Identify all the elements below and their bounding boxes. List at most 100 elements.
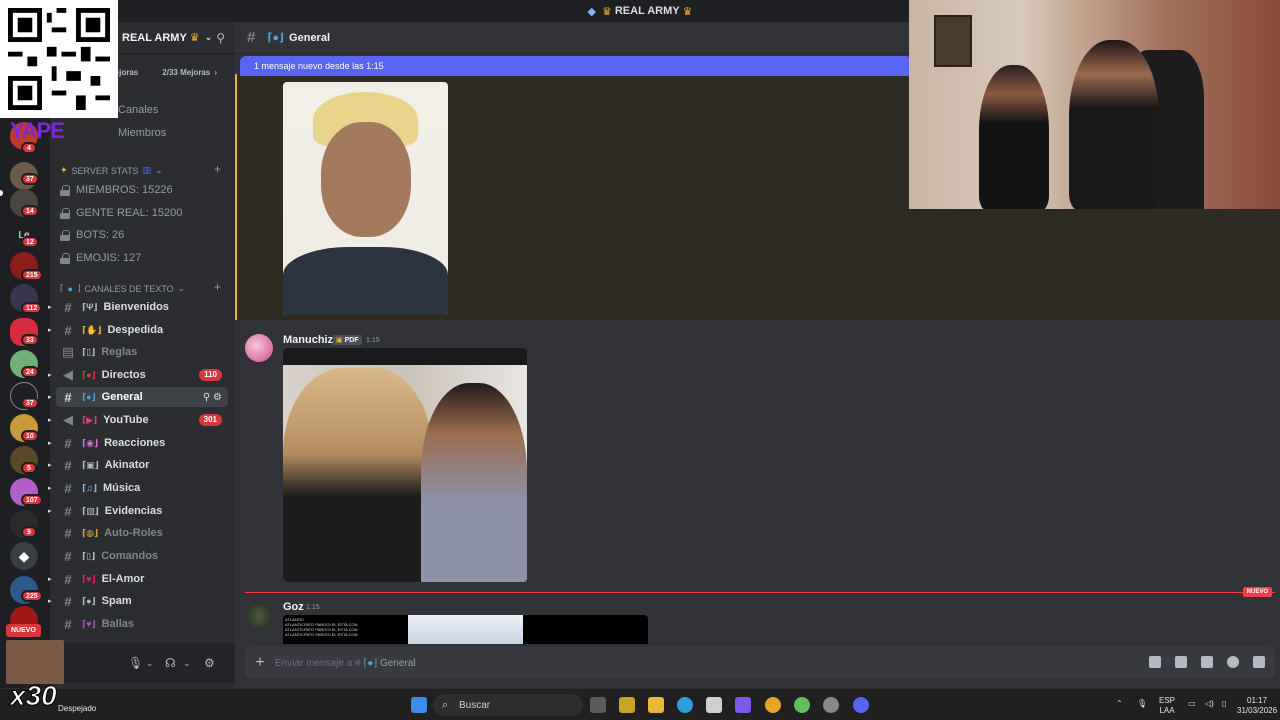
video-icon: ⌈▶⌋ bbox=[82, 414, 98, 425]
nuevo-badge: NUEVO bbox=[6, 624, 41, 637]
category-text-channels[interactable]: ⌈ ● ⌋ CANALES DE TEXTO ⌄ bbox=[60, 283, 185, 294]
discover-icon[interactable]: ◆ bbox=[10, 542, 38, 570]
channel-comandos[interactable]: # ⌈▯⌋ Comandos bbox=[56, 546, 228, 566]
channel-youtube[interactable]: ▸ ◀ ⌈▶⌋ YouTube 301 bbox=[48, 410, 228, 430]
channel-reglas[interactable]: ▤ ⌈▯⌋ Reglas bbox=[56, 342, 228, 362]
server-badge: 225 bbox=[21, 590, 43, 602]
obs-icon[interactable] bbox=[823, 697, 839, 713]
nav-channels[interactable]: Canales bbox=[118, 104, 158, 116]
wall-poster bbox=[934, 15, 972, 67]
hash-icon: # bbox=[64, 548, 72, 564]
headphones-icon[interactable]: ☊ bbox=[165, 656, 176, 670]
clock[interactable]: 01:17 31/03/2026 bbox=[1237, 696, 1277, 716]
channel-directos[interactable]: ▸ ◀ ⌈●⌋ Directos 110 bbox=[48, 365, 228, 385]
message-author[interactable]: Goz bbox=[283, 601, 304, 613]
hash-icon: # bbox=[64, 525, 72, 541]
new-messages-bar[interactable]: 1 mensaje nuevo desde las 1:15 bbox=[240, 56, 912, 76]
taskbar-search[interactable]: ⌕ Buscar bbox=[433, 694, 583, 716]
chevron-up-icon[interactable]: ⌃ bbox=[1116, 699, 1123, 709]
server-badge: 10 bbox=[21, 430, 39, 442]
channel-label: Reacciones bbox=[104, 437, 166, 449]
channel-el-amor[interactable]: ▸ # ⌈♥⌋ El-Amor bbox=[48, 569, 228, 589]
channel-spam[interactable]: ▸ # ⌈●⌋ Spam bbox=[48, 591, 228, 611]
add-channel-icon[interactable]: + bbox=[214, 280, 221, 294]
clock-time: 01:17 bbox=[1247, 696, 1268, 705]
channel-musica[interactable]: ▸ # ⌈♫⌋ Música bbox=[48, 478, 228, 498]
battery-icon[interactable]: ▯ bbox=[1222, 699, 1226, 709]
store-icon[interactable] bbox=[706, 697, 722, 713]
stat-members[interactable]: MIEMBROS: 15226 bbox=[60, 184, 173, 196]
channel-bienvenidos[interactable]: ▸ # ⌈Ψ⌋ Bienvenidos bbox=[48, 297, 228, 317]
edge-icon[interactable] bbox=[677, 697, 693, 713]
gift-icon[interactable] bbox=[1149, 656, 1161, 668]
microphone-icon[interactable]: 🎙 bbox=[1137, 699, 1147, 709]
message-composer[interactable]: + Enviar mensaje a # ⌈●⌋ General bbox=[245, 647, 1275, 679]
attached-image[interactable]: ATLANTIC ATLANTICPATO PAROOI EL ESTA CON… bbox=[283, 615, 648, 644]
chrome-icon[interactable] bbox=[765, 697, 781, 713]
add-channel-icon[interactable]: + bbox=[214, 162, 221, 176]
app-icon[interactable] bbox=[619, 697, 635, 713]
stat-emojis[interactable]: EMOJIS: 127 bbox=[60, 252, 141, 264]
unread-dot: ▸ bbox=[48, 372, 52, 379]
copilot-icon[interactable] bbox=[735, 697, 751, 713]
unread-dot: ▸ bbox=[48, 576, 52, 583]
network-icon[interactable]: ▭ bbox=[1188, 699, 1196, 709]
gear-icon[interactable]: ⚙ bbox=[213, 392, 222, 403]
server-badge: 33 bbox=[21, 334, 39, 346]
category-server-stats[interactable]: ✦ SERVER STATS ▥ ⌄ bbox=[60, 165, 163, 176]
nav-members[interactable]: Miembros bbox=[118, 127, 166, 139]
microphone-icon[interactable]: 🎙 bbox=[128, 656, 143, 670]
channel-evidencias[interactable]: ▸ # ⌈▧⌋ Evidencias bbox=[48, 501, 228, 521]
chevron-down-icon[interactable]: ⌄ bbox=[183, 658, 191, 669]
person-right bbox=[1069, 40, 1159, 209]
chevron-down-icon[interactable]: ⌄ bbox=[146, 658, 154, 669]
message-author[interactable]: Manuchiz bbox=[283, 334, 333, 346]
channel-akinator[interactable]: ▸ # ⌈▣⌋ Akinator bbox=[48, 455, 228, 475]
megaphone-icon: ◀ bbox=[63, 367, 73, 382]
gear-icon[interactable]: ⚙ bbox=[204, 656, 215, 670]
volume-icon[interactable]: ◁) bbox=[1205, 699, 1214, 709]
lock-icon bbox=[60, 207, 70, 219]
globe-icon: ● bbox=[67, 283, 73, 294]
chrome-beta-icon[interactable] bbox=[794, 697, 810, 713]
channel-auto-roles[interactable]: # ⌈◍⌋ Auto-Roles bbox=[56, 523, 228, 543]
search-label: Buscar bbox=[459, 699, 491, 711]
robot-icon: ⌈▣⌋ bbox=[82, 459, 99, 470]
avatar[interactable] bbox=[245, 602, 273, 630]
webcam-overlay bbox=[909, 0, 1280, 209]
channel-despedida[interactable]: ▸ # ⌈✋⌋ Despedida bbox=[48, 320, 228, 340]
channel-ballas[interactable]: # ⌈♥⌋ Ballas bbox=[56, 614, 228, 634]
avatar[interactable] bbox=[245, 334, 273, 362]
stat-bots[interactable]: BOTS: 26 bbox=[60, 229, 124, 241]
gif-icon[interactable] bbox=[1175, 656, 1187, 668]
stat-label: GENTE REAL: 15200 bbox=[76, 207, 183, 219]
apps-icon[interactable] bbox=[1253, 656, 1265, 668]
message-input[interactable]: Enviar mensaje a # ⌈●⌋ General bbox=[275, 658, 416, 669]
server-badge: 37 bbox=[21, 173, 39, 185]
channel-reacciones[interactable]: ▸ # ⌈◉⌋ Reacciones bbox=[48, 433, 228, 453]
add-member-icon[interactable]: ⚲ bbox=[216, 31, 225, 45]
emoji-icon[interactable] bbox=[1227, 656, 1239, 668]
discord-icon[interactable] bbox=[853, 697, 869, 713]
add-attachment-icon[interactable]: + bbox=[245, 654, 275, 672]
sticker-icon[interactable] bbox=[1201, 656, 1213, 668]
clock-date: 31/03/2026 bbox=[1237, 706, 1278, 715]
language-indicator[interactable]: ESP LAA bbox=[1159, 696, 1175, 716]
windows-start-icon[interactable] bbox=[411, 697, 427, 713]
book-icon: ▣ bbox=[336, 337, 343, 344]
channel-general[interactable]: ▸ # ⌈●⌋ General ⚲ ⚙ bbox=[48, 387, 228, 407]
file-explorer-icon[interactable] bbox=[648, 697, 664, 713]
channel-label: Akinator bbox=[104, 459, 150, 471]
hash-icon: # bbox=[64, 457, 72, 473]
attached-image[interactable] bbox=[283, 82, 448, 315]
music-icon: ⌈♫⌋ bbox=[82, 482, 97, 493]
unread-dot: ▸ bbox=[48, 462, 52, 469]
rules-icon: ▤ bbox=[61, 344, 75, 359]
task-view-icon[interactable] bbox=[590, 697, 606, 713]
unread-pip bbox=[0, 190, 3, 196]
new-label: NUEVO bbox=[1242, 587, 1272, 597]
invite-icon[interactable]: ⚲ bbox=[203, 392, 210, 403]
attached-image[interactable] bbox=[283, 348, 527, 582]
stat-real-people[interactable]: GENTE REAL: 15200 bbox=[60, 207, 182, 219]
qr-code bbox=[0, 0, 118, 118]
